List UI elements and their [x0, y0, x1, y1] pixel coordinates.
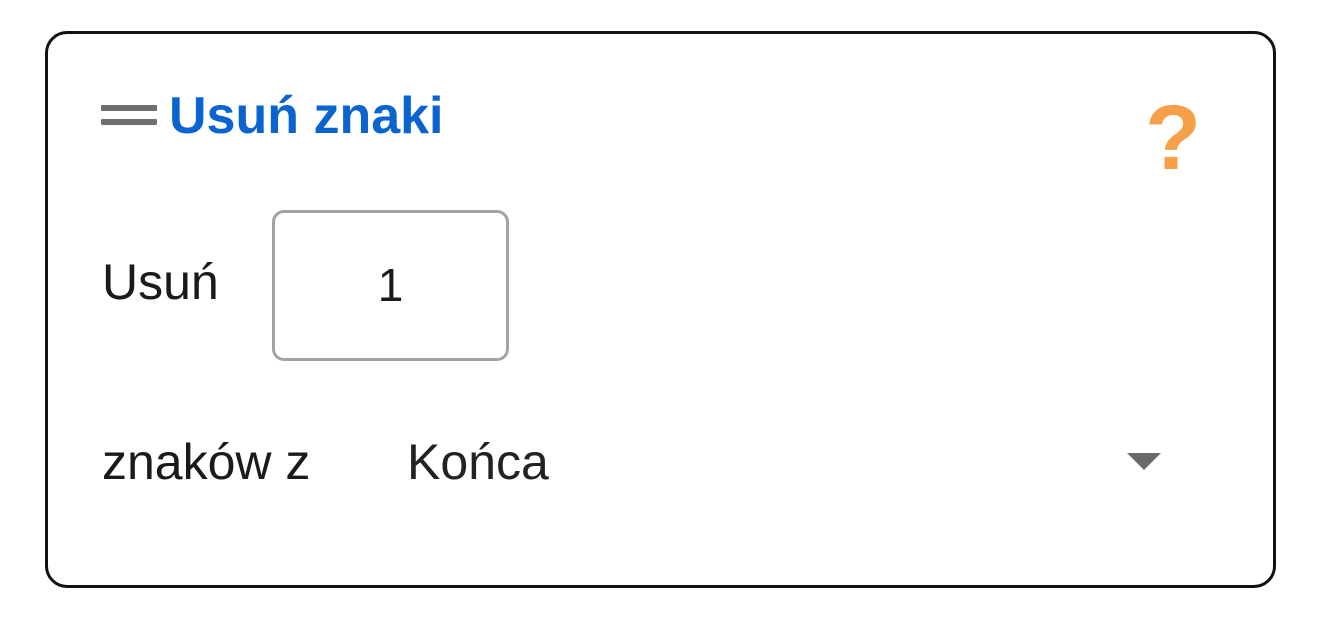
remove-label: Usuń [102, 254, 219, 310]
chevron-down-icon [1127, 453, 1161, 470]
remove-chars-block[interactable]: Usuń znaki ? Usuń 1 znaków z Końca [45, 31, 1276, 588]
help-icon[interactable]: ? [1143, 90, 1203, 186]
position-dropdown[interactable]: Końca [398, 418, 1178, 504]
char-count-input[interactable]: 1 [272, 210, 509, 361]
position-dropdown-value: Końca [407, 434, 549, 490]
chars-from-label: znaków z [102, 434, 311, 490]
drag-handle-icon[interactable] [101, 105, 157, 125]
block-title: Usuń znaki [169, 87, 444, 145]
